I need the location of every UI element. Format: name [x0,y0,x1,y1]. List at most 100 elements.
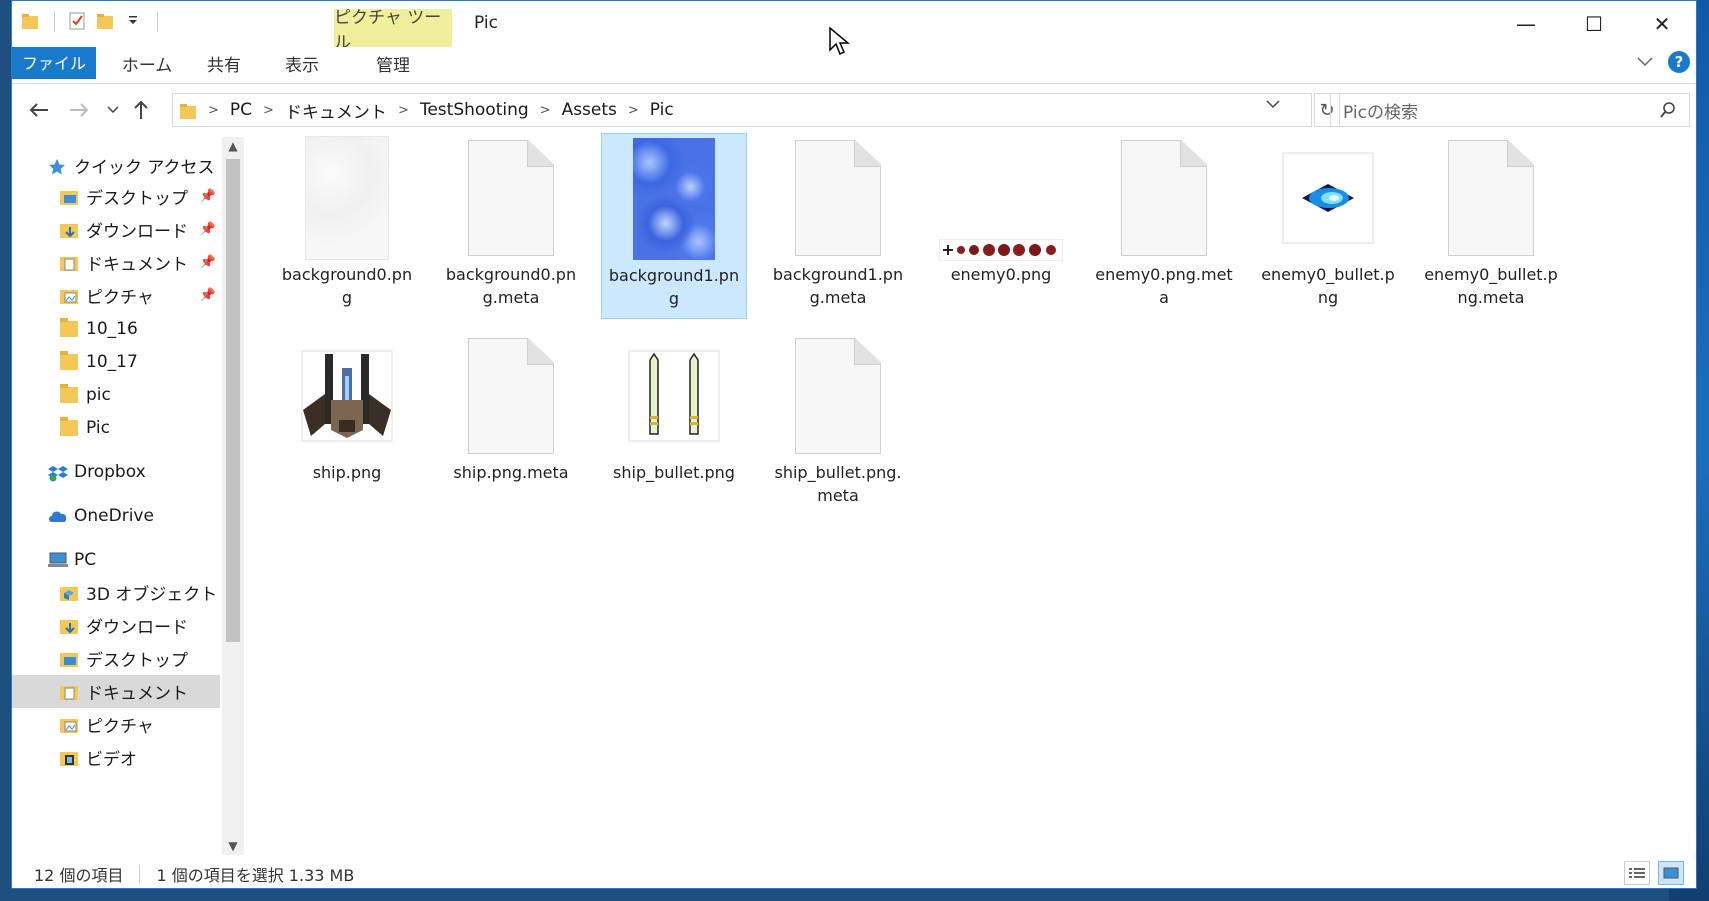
document-icon [1091,133,1237,263]
properties-icon[interactable] [67,11,89,33]
ribbon-right: ? [1636,51,1690,73]
maximize-button[interactable]: ☐ [1560,1,1628,47]
scroll-up-icon[interactable]: ▲ [222,139,244,153]
nav-item-desktop[interactable]: デスクトップ 📌 [60,180,220,213]
breadcrumb-pc[interactable]: PC [230,100,252,120]
nav-label: デスクトップ [86,189,188,209]
image-thumbnail [601,331,747,461]
pictures-folder-icon [60,717,78,733]
nav-item-pic[interactable]: Pic [60,411,220,444]
nav-item-desktop-pc[interactable]: デスクトップ [60,642,220,675]
file-item[interactable]: enemy0_bullet.p ng.meta [1418,133,1564,309]
pin-icon[interactable]: 📌 [200,255,216,270]
downloads-folder-icon [60,618,78,634]
breadcrumb-documents[interactable]: ドキュメント [285,98,387,123]
chevron-right-icon[interactable]: > [398,103,409,118]
tab-share[interactable]: 共有 [190,47,258,79]
up-arrow-icon[interactable] [126,95,156,125]
file-item[interactable]: background0.pn g [274,133,420,309]
image-thumbnail [1255,133,1401,263]
tab-manage[interactable]: 管理 [334,47,452,79]
nav-item-documents[interactable]: ドキュメント 📌 [60,246,220,279]
file-item[interactable]: ship.png [274,331,420,484]
search-input[interactable]: Picの検索 [1330,93,1690,127]
pin-icon[interactable]: 📌 [200,189,216,204]
tab-home[interactable]: ホーム [110,47,184,79]
file-item-selected[interactable]: background1.pn g [601,133,747,319]
nav-item-downloads-pc[interactable]: ダウンロード [60,609,220,642]
file-item[interactable]: enemy0_bullet.p ng [1255,133,1401,309]
file-item[interactable]: enemy0.png.met a [1091,133,1237,309]
nav-item-videos[interactable]: ビデオ [60,741,220,774]
folder-icon [60,350,78,370]
file-item[interactable]: enemy0.png [928,133,1074,286]
tab-view[interactable]: 表示 [268,47,336,79]
nav-item-documents-pc[interactable]: ドキュメント [12,675,220,708]
item-count: 12 個の項目 [34,865,124,885]
nav-item-downloads[interactable]: ダウンロード 📌 [60,213,220,246]
nav-item-10-16[interactable]: 10_16 [60,312,220,345]
back-arrow-icon[interactable] [24,95,54,125]
desktop-folder-icon [60,651,78,667]
address-dropdown-icon[interactable] [1265,98,1281,114]
chevron-right-icon[interactable]: > [263,103,274,118]
documents-folder-icon [60,684,78,700]
expand-ribbon-icon[interactable] [1636,53,1654,72]
file-item[interactable]: ship_bullet.png [601,331,747,484]
file-name: ship.png.meta [453,463,569,482]
nav-label: ドキュメント [86,255,188,275]
document-icon [438,133,584,263]
pin-icon[interactable]: 📌 [200,288,216,303]
nav-label: ピクチャ [86,288,154,308]
nav-label: OneDrive [74,505,154,526]
nav-item-3d-objects[interactable]: 3D オブジェクト [60,576,220,609]
nav-scrollbar[interactable]: ▲ ▼ [222,137,244,855]
close-button[interactable]: ✕ [1628,1,1696,47]
image-thumbnail [274,133,420,263]
search-placeholder: Picの検索 [1343,102,1418,123]
quick-access-toolbar [20,11,164,33]
breadcrumb-testshooting[interactable]: TestShooting [420,100,529,120]
nav-pc[interactable]: PC [48,543,220,576]
large-icons-view-icon[interactable] [1658,861,1684,885]
customize-qat-icon[interactable] [123,11,145,33]
forward-arrow-icon[interactable] [64,95,94,125]
folder-icon[interactable] [20,11,42,33]
details-view-icon[interactable] [1624,861,1650,885]
scroll-down-icon[interactable]: ▼ [222,839,244,853]
file-name: background1.pn g.meta [772,265,904,307]
file-item[interactable]: background0.pn g.meta [438,133,584,309]
file-item[interactable]: background1.pn g.meta [765,133,911,309]
address-bar[interactable]: > PC > ドキュメント > TestShooting > Assets > … [172,93,1312,127]
recent-locations-icon[interactable] [98,95,128,125]
file-name: enemy0.png.met a [1095,265,1233,307]
chevron-right-icon[interactable]: > [540,103,551,118]
document-icon [438,331,584,461]
chevron-right-icon[interactable]: > [208,103,219,118]
videos-folder-icon [60,750,78,766]
file-name: ship.png [312,463,382,482]
nav-onedrive[interactable]: OneDrive [48,499,220,532]
minimize-button[interactable]: — [1492,1,1560,47]
file-item[interactable]: ship.png.meta [438,331,584,484]
nav-item-10-17[interactable]: 10_17 [60,345,220,378]
file-item[interactable]: ship_bullet.png. meta [765,331,911,507]
nav-label: 3D オブジェクト [86,585,218,605]
breadcrumb-pic[interactable]: Pic [650,100,674,120]
folder-icon [60,416,78,436]
explorer-window: ピクチャ ツール Pic — ☐ ✕ ファイル ホーム 共有 表示 管理 ? >… [11,0,1697,889]
help-icon[interactable]: ? [1668,51,1690,73]
breadcrumb-assets[interactable]: Assets [562,100,617,120]
nav-item-pictures[interactable]: ピクチャ 📌 [60,279,220,312]
new-folder-icon[interactable] [95,11,117,33]
pin-icon[interactable]: 📌 [200,222,216,237]
nav-label: PC [74,549,97,570]
nav-dropbox[interactable]: Dropbox [48,455,220,488]
nav-item-pictures-pc[interactable]: ピクチャ [60,708,220,741]
tab-file[interactable]: ファイル [12,47,96,79]
nav-label: ビデオ [86,750,137,770]
chevron-right-icon[interactable]: > [628,103,639,118]
status-bar: 12 個の項目 1 個の項目を選択 1.33 MB [12,857,1696,888]
scrollbar-thumb[interactable] [226,159,240,642]
nav-item-pic-lower[interactable]: pic [60,378,220,411]
